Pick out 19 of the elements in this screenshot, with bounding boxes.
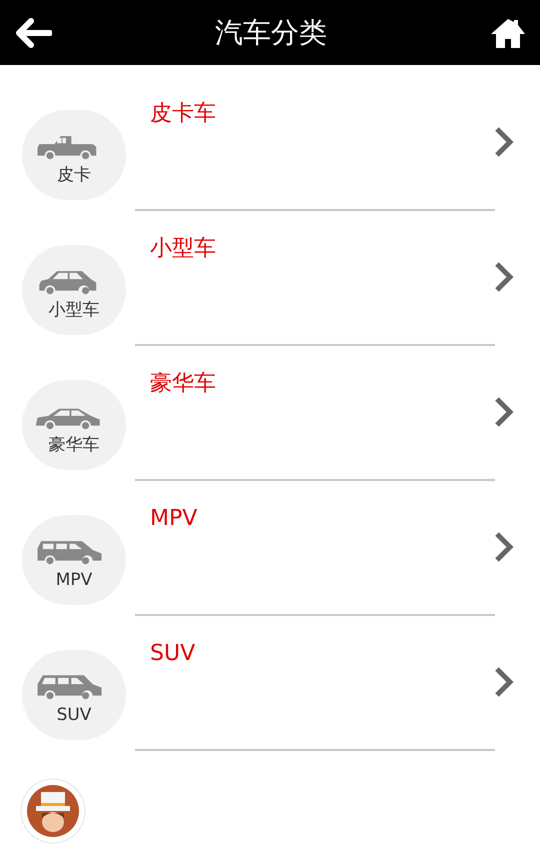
category-title: 皮卡车 xyxy=(150,103,216,125)
car-caption: MPV xyxy=(56,572,92,588)
back-arrow-icon[interactable] xyxy=(14,18,52,48)
car-caption: 豪华车 xyxy=(48,436,100,454)
page-title: 汽车分类 xyxy=(215,14,327,50)
category-title: 豪华车 xyxy=(150,373,216,395)
category-title: 小型车 xyxy=(150,238,216,260)
chevron-right-icon xyxy=(494,396,514,428)
car-caption: 小型车 xyxy=(48,302,100,318)
chevron-right-icon xyxy=(494,126,514,158)
car-caption: SUV xyxy=(56,706,92,724)
chevron-right-icon xyxy=(494,666,514,698)
assistant-avatar-icon[interactable] xyxy=(20,778,86,844)
category-title: SUV xyxy=(150,643,196,665)
home-icon[interactable] xyxy=(490,16,526,48)
chevron-right-icon xyxy=(494,261,514,293)
car-caption: 皮卡 xyxy=(57,166,91,184)
category-title: MPV xyxy=(150,508,198,530)
chevron-right-icon xyxy=(494,531,514,563)
